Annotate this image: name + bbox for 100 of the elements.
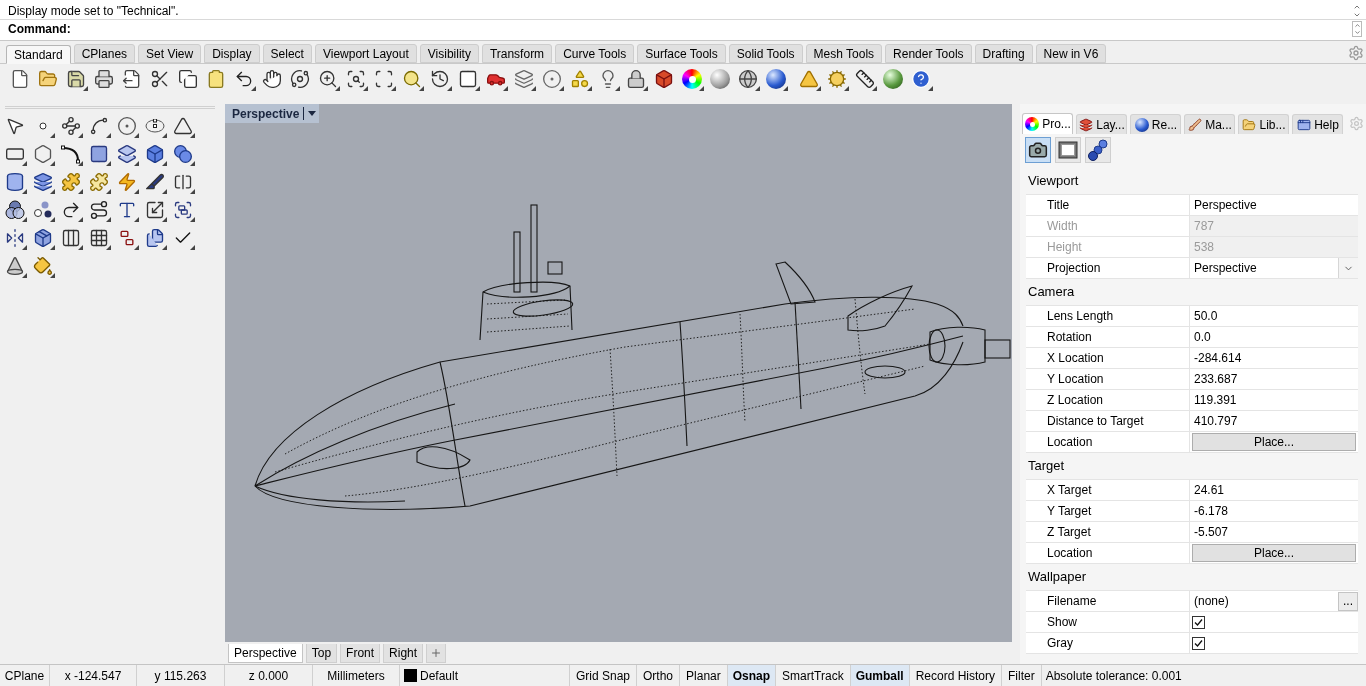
browse-button[interactable]: ... <box>1338 591 1358 611</box>
property-label: Projection <box>1047 260 1101 277</box>
plus-icon[interactable] <box>430 647 443 659</box>
viewport-tab[interactable]: Perspective <box>228 644 303 663</box>
spheres-icon <box>1087 139 1109 161</box>
help-icon[interactable] <box>909 67 933 91</box>
property-label: Z Target <box>1047 524 1091 541</box>
coordinate-readout: y 115.263 <box>137 665 225 686</box>
layers-icon[interactable] <box>31 170 55 194</box>
status-toggle[interactable]: Record History <box>909 665 1002 686</box>
place-button[interactable]: Place... <box>1192 544 1356 562</box>
property-label: X Target <box>1047 482 1092 499</box>
section-header: Viewport <box>1028 172 1079 191</box>
status-toggle[interactable]: SmartTrack <box>776 665 851 686</box>
property-label: Y Location <box>1047 371 1104 388</box>
toolbar-tab[interactable]: New in V6 <box>1035 44 1107 63</box>
viewport-title-menu[interactable]: Perspective <box>225 104 320 123</box>
property-label: Show <box>1047 614 1078 631</box>
property-label: Width <box>1047 218 1078 235</box>
toolbar-tab[interactable]: Solid Tools <box>728 44 803 63</box>
globe-icon[interactable] <box>736 67 760 91</box>
cplane-pane[interactable]: CPlane <box>0 665 50 686</box>
viewport-tab[interactable]: Top <box>305 644 338 663</box>
toolbar-tab[interactable]: Standard <box>6 45 71 64</box>
ruler-icon[interactable] <box>853 67 877 91</box>
status-toggle[interactable]: Gumball <box>850 665 910 686</box>
section-header: Wallpaper <box>1028 568 1087 587</box>
panel-tab[interactable]: Lay... <box>1076 114 1127 134</box>
property-label: Height <box>1047 239 1082 256</box>
frame-icon <box>1058 141 1078 159</box>
toolbar-tab[interactable]: Set View <box>138 44 202 63</box>
property-label: Title <box>1047 197 1070 214</box>
toolbar-tab[interactable]: Viewport Layout <box>314 44 417 63</box>
paint-bucket-icon[interactable] <box>31 254 55 278</box>
panel-page-button[interactable] <box>1025 137 1051 163</box>
property-label: Gray <box>1047 635 1073 652</box>
viewport-tab[interactable]: Right <box>383 644 424 663</box>
checkbox[interactable] <box>1192 636 1205 650</box>
toolbar-tab[interactable]: Transform <box>481 44 553 63</box>
hand-icon[interactable] <box>260 67 284 91</box>
printer-icon[interactable] <box>92 67 116 91</box>
viewport-tab[interactable]: Front <box>340 644 381 663</box>
section-header: Target <box>1028 457 1065 476</box>
puzzle-icon[interactable] <box>59 170 83 194</box>
toolbar-tab[interactable]: Mesh Tools <box>805 44 883 63</box>
command-prompt-label: Command: <box>8 21 71 38</box>
status-toggle[interactable]: Grid Snap <box>570 665 638 686</box>
property-label: X Location <box>1047 350 1104 367</box>
gear-icon[interactable] <box>825 67 849 91</box>
panel-tab[interactable]: Pro... <box>1022 113 1073 134</box>
polyline-icon[interactable] <box>59 114 83 138</box>
layer-pane[interactable]: Default <box>400 665 570 686</box>
surface-icon[interactable] <box>115 142 139 166</box>
venn-circles-icon[interactable] <box>3 198 27 222</box>
color-wheel-icon[interactable] <box>680 67 704 91</box>
property-label: Distance to Target <box>1047 413 1144 430</box>
spin-arrows-icon[interactable] <box>1352 21 1362 37</box>
circle-dot-icon[interactable] <box>540 67 564 91</box>
status-toggle[interactable]: Planar <box>680 665 728 686</box>
toolbar-tab[interactable]: Render Tools <box>885 44 972 63</box>
property-label: Location <box>1047 545 1093 562</box>
property-label: Filename <box>1047 593 1097 610</box>
panel-tab[interactable]: Ma... <box>1184 114 1235 134</box>
status-toggle[interactable]: Ortho <box>637 665 681 686</box>
panel-page-button[interactable] <box>1055 137 1081 163</box>
units-pane[interactable]: Millimeters <box>313 665 400 686</box>
orbit-icon[interactable] <box>288 67 312 91</box>
puzzle-icon[interactable] <box>87 170 111 194</box>
toolbar-tab[interactable]: Curve Tools <box>555 44 635 63</box>
caret-down-icon[interactable] <box>308 111 317 116</box>
toolbar-tab[interactable]: Surface Tools <box>637 44 726 63</box>
status-toggle[interactable]: Filter <box>1002 665 1042 686</box>
panel-page-button[interactable] <box>1085 137 1111 163</box>
camera-icon <box>1028 140 1048 160</box>
toolbar-tab[interactable]: CPlanes <box>73 44 136 63</box>
checkbox[interactable] <box>1192 615 1205 629</box>
overlapping-circles-icon[interactable] <box>171 142 195 166</box>
panel-tab[interactable]: Help <box>1292 114 1343 134</box>
property-label: Z Location <box>1047 392 1104 409</box>
layers-icon[interactable] <box>1078 116 1095 133</box>
circle-icon[interactable] <box>115 114 139 138</box>
property-label: Y Target <box>1047 503 1092 520</box>
toolbar-tab[interactable]: Select <box>262 44 312 63</box>
tolerance-text: Absolute tolerance: 0.001 <box>1044 667 1182 685</box>
curve-icon[interactable] <box>59 142 83 166</box>
property-label: Location <box>1047 434 1093 451</box>
coordinate-readout: z 0.000 <box>225 665 313 686</box>
brush-icon[interactable] <box>1187 116 1204 133</box>
copy-icon[interactable] <box>176 67 200 91</box>
layers-icon[interactable] <box>512 67 536 91</box>
color-wheel-icon[interactable] <box>1024 116 1041 132</box>
viewport-canvas[interactable]: Perspective <box>225 104 1012 642</box>
toolbar-tab[interactable]: Visibility <box>419 44 479 63</box>
toolbar-tab[interactable]: Display <box>204 44 260 63</box>
coordinate-readout: x -124.547 <box>50 665 137 686</box>
place-button[interactable]: Place... <box>1192 433 1356 451</box>
panel-tab[interactable]: Lib... <box>1238 114 1289 134</box>
status-toggle[interactable]: Osnap <box>727 665 777 686</box>
panel-tab[interactable]: Re... <box>1130 114 1181 134</box>
toolbar-tab[interactable]: Drafting <box>974 44 1033 63</box>
